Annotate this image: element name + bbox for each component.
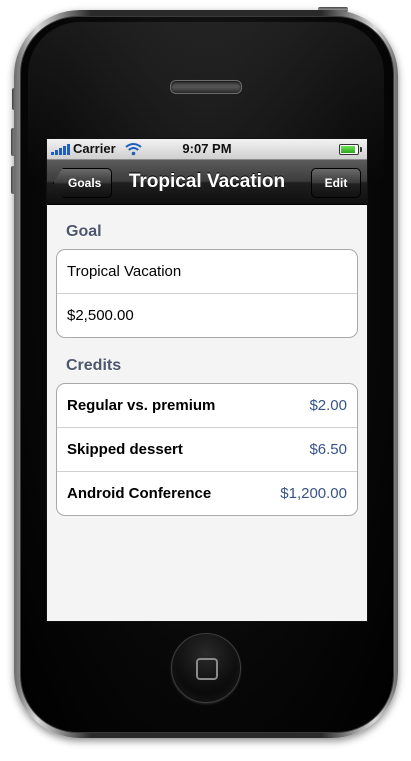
goal-name-cell[interactable]: Tropical Vacation [57,250,357,293]
goal-group: Tropical Vacation $2,500.00 [56,249,358,338]
edit-button-label: Edit [324,176,348,190]
section-header-credits: Credits [66,357,122,374]
home-square-icon [196,658,218,680]
section-header-goal: Goal [66,223,102,240]
clock-time: 9:07 PM [182,141,232,156]
screen: Carrier 9:07 PM Goals Tropical Vacation … [46,138,368,622]
earpiece-speaker [170,80,242,94]
credit-label: Skipped dessert [67,441,183,458]
back-button-goals[interactable]: Goals [53,168,113,198]
edit-button[interactable]: Edit [311,168,361,198]
credit-amount: $6.50 [309,441,347,458]
goal-amount-text: $2,500.00 [67,307,134,324]
credit-row[interactable]: Android Conference $1,200.00 [57,471,357,515]
home-button[interactable] [171,633,241,703]
credit-amount: $1,200.00 [280,485,347,502]
goal-name-text: Tropical Vacation [67,263,182,280]
credit-label: Regular vs. premium [67,397,216,414]
iphone-frame: Carrier 9:07 PM Goals Tropical Vacation … [0,0,411,761]
status-bar: Carrier 9:07 PM [47,139,367,160]
nav-title: Tropical Vacation [128,171,286,192]
goal-amount-cell[interactable]: $2,500.00 [57,293,357,337]
detail-content: Goal Tropical Vacation $2,500.00 Credits… [47,205,367,621]
credit-row[interactable]: Regular vs. premium $2.00 [57,384,357,427]
battery-icon [339,144,362,155]
battery-level [341,146,355,153]
credits-group: Regular vs. premium $2.00 Skipped desser… [56,383,358,516]
navigation-bar: Goals Tropical Vacation Edit [47,160,367,205]
credit-amount: $2.00 [309,397,347,414]
back-button-label: Goals [68,176,102,190]
credit-row[interactable]: Skipped dessert $6.50 [57,427,357,471]
credit-label: Android Conference [67,485,212,502]
